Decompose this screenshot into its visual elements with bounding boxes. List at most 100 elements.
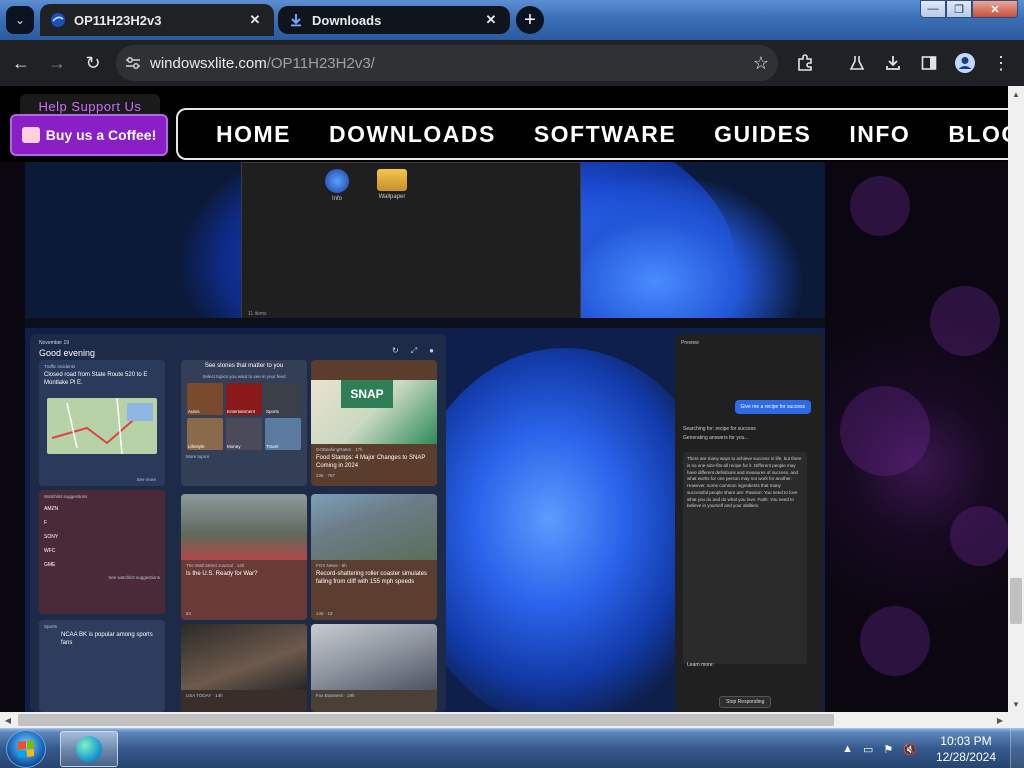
coffee-cup-icon [21, 127, 40, 143]
stock-row: AMZN [44, 506, 59, 512]
horizontal-scrollbar[interactable]: ◀ ▶ [0, 712, 1008, 728]
nav-info[interactable]: INFO [849, 121, 910, 148]
stock-row: GME [44, 562, 56, 568]
topic-tile: Travel [265, 417, 301, 450]
bookmark-star-icon[interactable]: ☆ [744, 53, 778, 74]
like-count: 84 [186, 611, 192, 616]
file-label: Info [331, 196, 342, 202]
taskbar-clock[interactable]: 10:03 PM 12/28/2024 [936, 733, 996, 765]
vertical-scroll-thumb[interactable] [1010, 578, 1022, 624]
more-menu-icon[interactable]: ⋮ [988, 50, 1014, 76]
learn-more-label: Learn more: [687, 662, 714, 668]
side-panel-icon[interactable] [916, 50, 942, 76]
expand-icon: ⤢ [410, 346, 418, 355]
tab-search-button[interactable]: ⌄ [6, 6, 34, 34]
sports-header: Sports [44, 624, 58, 629]
clock-time: 10:03 PM [940, 734, 992, 748]
stop-responding-button: Stop Responding [719, 696, 772, 708]
profile-avatar-icon[interactable] [952, 50, 978, 76]
forward-arrow-icon[interactable]: → [44, 50, 70, 76]
buy-coffee-label: Buy us a Coffee! [45, 127, 157, 143]
stories-card: See stories that matter to you Select to… [181, 360, 307, 486]
stock-row: F [44, 520, 48, 526]
scroll-up-arrow-icon[interactable]: ▲ [1008, 86, 1024, 102]
news-title: Food Stamps: 4 Major Changes to SNAP Com… [316, 455, 426, 469]
nav-blog[interactable]: BLOG [948, 121, 1008, 148]
action-center-flag-icon[interactable]: ⚑ [883, 743, 893, 756]
window-controls: — ❐ ✕ [920, 0, 1018, 20]
like-count: 148 [316, 611, 324, 616]
traffic-header: Traffic incidents [44, 364, 76, 369]
downloads-icon[interactable] [880, 50, 906, 76]
labs-flask-icon[interactable] [844, 50, 870, 76]
start-button[interactable] [6, 730, 46, 768]
nav-guides[interactable]: GUIDES [714, 121, 811, 148]
show-desktop-button[interactable] [1010, 729, 1024, 768]
url-text: windowsxlite.com/OP11H23H2v3/ [150, 55, 744, 72]
news-source: USA TODAY · 14h [186, 693, 223, 698]
news-stats: 236 · 787 [316, 473, 336, 478]
tab-strip: ⌄ OP11H23H2v3 ✕ Downloads ✕ + — ❐ ✕ [0, 0, 1024, 40]
new-tab-button[interactable]: + [516, 6, 544, 34]
news-image [181, 494, 307, 560]
image-divider [25, 318, 825, 328]
minimize-button[interactable]: — [920, 0, 946, 18]
nav-downloads[interactable]: DOWNLOADS [329, 121, 496, 148]
horizontal-scroll-thumb[interactable] [18, 714, 834, 726]
preview-pane: Preview Give me a recipe for success Sea… [675, 334, 823, 712]
widgets-panel: November 19 Good evening ↻ ⤢ ● Traffic i… [30, 334, 446, 712]
stock-row: WFC [44, 548, 56, 554]
refresh-icon: ↻ [392, 346, 399, 355]
widgets-date: November 19 [39, 340, 70, 346]
stock-list: AMZN F SONY WFC GME [39, 499, 165, 575]
traffic-see-more: See more [136, 477, 156, 482]
news-title: Is the U.S. Ready for War? [186, 571, 258, 577]
site-info-icon[interactable] [116, 45, 150, 81]
tab-title: Downloads [312, 12, 382, 28]
network-icon[interactable]: ▭ [863, 743, 873, 756]
sports-card: Sports NCAA BK is popular among sports f… [39, 620, 165, 712]
restore-button[interactable]: ❐ [946, 0, 972, 18]
sports-title: NCAA BK is popular among sports fans [61, 632, 153, 646]
window-close-button[interactable]: ✕ [972, 0, 1018, 18]
close-icon[interactable]: ✕ [482, 12, 500, 28]
background-bokeh [860, 606, 930, 676]
news-source: The Wall Street Journal · 12h [186, 563, 245, 568]
scroll-down-arrow-icon[interactable]: ▼ [1008, 696, 1024, 712]
topic-tile: Autos [187, 382, 223, 415]
topic-tile: Sports [265, 382, 301, 415]
show-hidden-icons-icon[interactable]: ▲ [842, 743, 853, 755]
clock-date: 12/28/2024 [935, 750, 996, 764]
tab-op11h23h2v3[interactable]: OP11H23H2v3 ✕ [40, 4, 274, 36]
generating-line: Generating answers for you... [683, 435, 749, 441]
tab-downloads[interactable]: Downloads ✕ [278, 6, 510, 34]
background-bokeh [950, 506, 1008, 566]
scroll-left-arrow-icon[interactable]: ◀ [0, 712, 16, 728]
news-card: Fox Business · 19h [311, 624, 437, 712]
reload-icon[interactable]: ↻ [80, 50, 106, 76]
back-arrow-icon[interactable]: ← [8, 50, 34, 76]
news-title: Record-shattering roller coaster simulat… [316, 571, 428, 585]
address-bar[interactable]: windowsxlite.com/OP11H23H2v3/ ☆ [116, 45, 778, 81]
more-topics-link: More topics [186, 453, 210, 459]
like-count: 236 [316, 473, 324, 478]
screenshot-widgets-image: November 19 Good evening ↻ ⤢ ● Traffic i… [25, 328, 825, 712]
scroll-right-arrow-icon[interactable]: ▶ [992, 712, 1008, 728]
extensions-icon[interactable] [792, 50, 818, 76]
news-source: FOX News · 8h [316, 563, 347, 568]
avatar: ● [429, 346, 434, 355]
news-image [181, 624, 307, 690]
buy-coffee-button[interactable]: Buy us a Coffee! [10, 114, 168, 156]
taskbar-edge-app[interactable] [60, 731, 118, 767]
os-taskbar: ▲ ▭ ⚑ 🔇 10:03 PM 12/28/2024 [0, 728, 1024, 768]
vertical-scrollbar[interactable]: ▲ ▼ [1008, 86, 1024, 712]
news-card: The Wall Street Journal · 12h Is the U.S… [181, 494, 307, 620]
volume-muted-icon[interactable]: 🔇 [903, 743, 917, 756]
file-item: Wallpaper [367, 169, 417, 200]
nav-home[interactable]: HOME [216, 121, 291, 148]
nav-software[interactable]: SOFTWARE [534, 121, 676, 148]
comment-count: 19 [327, 611, 333, 616]
widgets-toolbar: ↻ ⤢ ● [392, 346, 434, 356]
close-icon[interactable]: ✕ [246, 12, 264, 28]
watchlist-link: See watchlist suggestions [108, 575, 160, 580]
